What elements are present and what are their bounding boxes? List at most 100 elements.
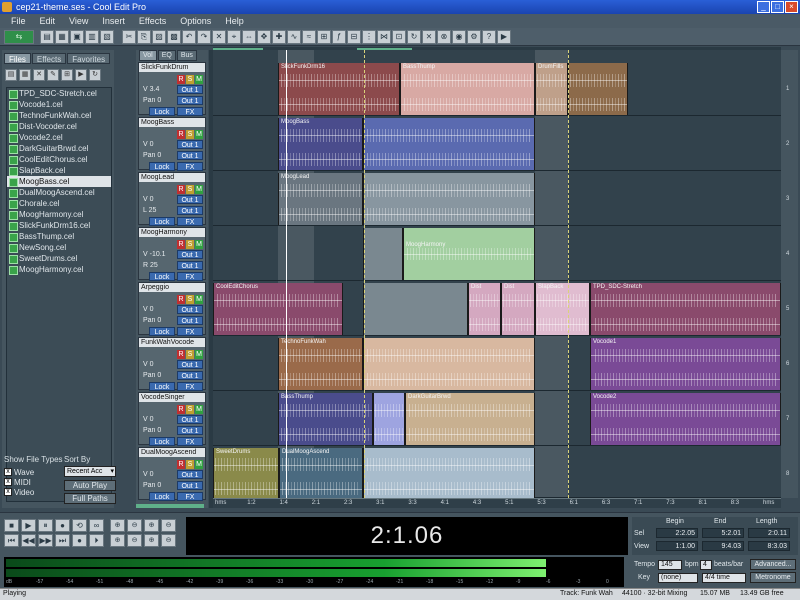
- audio-clip[interactable]: TPD_SDC-Stretch: [590, 283, 781, 335]
- track-output-button[interactable]: Out 1: [177, 250, 203, 259]
- minimize-button[interactable]: _: [757, 1, 770, 13]
- tab-vol[interactable]: Vol: [139, 50, 157, 61]
- record-arm-button[interactable]: R: [177, 75, 185, 84]
- track-header[interactable]: SlickFunkDrum R S M V 3.4 Out 1 Pan 0 Out 1 Lock…: [138, 62, 206, 116]
- track-volume[interactable]: V -10.1: [143, 251, 166, 258]
- mix-paste-icon[interactable]: ▩: [167, 30, 181, 44]
- file-list-item[interactable]: SlapBack.cel: [7, 165, 111, 176]
- menu-edit[interactable]: Edit: [33, 14, 63, 28]
- record-2-button[interactable]: ●: [72, 534, 87, 547]
- audio-clip[interactable]: BassThump: [400, 63, 535, 115]
- play-file-icon[interactable]: ▶: [75, 69, 87, 81]
- open-icon[interactable]: ▦: [55, 30, 69, 44]
- sel-length-field[interactable]: 2:0.11: [748, 528, 790, 538]
- track-output-2-button[interactable]: Out 1: [177, 261, 203, 270]
- mute-button[interactable]: M: [195, 130, 203, 139]
- play-to-end-button[interactable]: ⏵: [89, 534, 104, 547]
- sel-end-field[interactable]: 5:2.01: [702, 528, 744, 538]
- audio-clip[interactable]: [363, 118, 535, 170]
- record-arm-button[interactable]: R: [177, 460, 185, 469]
- time-signature-select[interactable]: 4/4 time: [702, 573, 746, 583]
- zoom-in-right-button[interactable]: ⊖: [127, 534, 142, 547]
- edit-file-icon[interactable]: ✎: [47, 69, 59, 81]
- track-header[interactable]: MoogLead R S M V 0 Out 1L 25 Out 1 Lock FX: [138, 172, 206, 226]
- solo-button[interactable]: S: [186, 185, 194, 194]
- track-lane-8[interactable]: SweetDrums DualMoogAscend: [213, 447, 781, 498]
- track-pan[interactable]: Pan 0: [143, 152, 161, 159]
- track-output-2-button[interactable]: Out 1: [177, 96, 203, 105]
- envelope-icon[interactable]: ∿: [287, 30, 301, 44]
- track-pan[interactable]: Pan 0: [143, 317, 161, 324]
- help-icon[interactable]: ?: [482, 30, 496, 44]
- play-from-cursor-button[interactable]: ⟲: [72, 519, 87, 532]
- auto-play-button[interactable]: Auto Play: [64, 480, 116, 491]
- multitrack-view[interactable]: SlickFunkDrm16 BassThump DrumFills MoogB…: [213, 50, 781, 498]
- close-button[interactable]: ×: [785, 1, 798, 13]
- track-output-button[interactable]: Out 1: [177, 85, 203, 94]
- record-arm-button[interactable]: R: [177, 295, 185, 304]
- paste-icon[interactable]: ▨: [152, 30, 166, 44]
- zoom-out-horizontal-button[interactable]: ⊖: [127, 519, 142, 532]
- track-fx-button[interactable]: FX: [177, 327, 203, 336]
- track-lane-2[interactable]: MoogBass: [213, 117, 781, 171]
- advanced-button[interactable]: Advanced...: [750, 559, 796, 570]
- pause-button[interactable]: ⏸: [38, 519, 53, 532]
- track-name-field[interactable]: DualMoogAscend: [139, 448, 205, 457]
- file-list-item[interactable]: MoogBass.cel: [7, 176, 111, 187]
- track-volume[interactable]: V 0: [143, 306, 154, 313]
- group-icon[interactable]: ⊟: [347, 30, 361, 44]
- track-lane-6[interactable]: TechnoFunkWah Vocode1: [213, 337, 781, 391]
- file-list-item[interactable]: DarkGuitarBrwd.cel: [7, 143, 111, 154]
- go-start-button[interactable]: ⏮: [4, 534, 19, 547]
- solo-button[interactable]: S: [186, 460, 194, 469]
- save-icon[interactable]: ▣: [70, 30, 84, 44]
- audio-clip[interactable]: [363, 228, 403, 280]
- solo-button[interactable]: S: [186, 350, 194, 359]
- file-list-item[interactable]: Vocode2.cel: [7, 132, 111, 143]
- zoom-in-horizontal-button[interactable]: ⊕: [110, 519, 125, 532]
- record-arm-button[interactable]: R: [177, 405, 185, 414]
- track-pan[interactable]: Pan 0: [143, 482, 161, 489]
- merge-icon[interactable]: ⋈: [377, 30, 391, 44]
- loop-file-icon[interactable]: ↻: [89, 69, 101, 81]
- track-output-button[interactable]: Out 1: [177, 470, 203, 479]
- cd-icon[interactable]: ◉: [452, 30, 466, 44]
- mixdown-icon[interactable]: ⊗: [437, 30, 451, 44]
- track-lock-button[interactable]: Lock: [149, 107, 175, 116]
- view-length-field[interactable]: 8:3.03: [748, 541, 790, 551]
- track-lock-button[interactable]: Lock: [149, 272, 175, 281]
- track-volume[interactable]: V 0: [143, 196, 154, 203]
- audio-clip[interactable]: DrumFills: [535, 63, 568, 115]
- track-lock-button[interactable]: Lock: [149, 162, 175, 171]
- loop-icon[interactable]: ↻: [407, 30, 421, 44]
- track-header[interactable]: Arpeggio R S M V 0 Out 1 Pan 0 Out 1 Lock FX: [138, 282, 206, 336]
- zoom-selection-button[interactable]: ⊕: [144, 534, 159, 547]
- new-session-icon[interactable]: ▤: [40, 30, 54, 44]
- track-pan[interactable]: Pan 0: [143, 427, 161, 434]
- audio-clip[interactable]: SlapBack: [535, 283, 590, 335]
- zoom-in-left-button[interactable]: ⊕: [110, 534, 125, 547]
- track-output-button[interactable]: Out 1: [177, 195, 203, 204]
- beats-field[interactable]: 4: [700, 560, 712, 570]
- record-arm-button[interactable]: R: [177, 350, 185, 359]
- track-header[interactable]: MoogBass R S M V 0 Out 1 Pan 0 Out 1 Lock FX: [138, 117, 206, 171]
- audio-clip[interactable]: MoogLead: [278, 173, 363, 225]
- solo-button[interactable]: S: [186, 405, 194, 414]
- track-lane-4[interactable]: MoogHarmony: [213, 227, 781, 281]
- import-file-icon[interactable]: ▦: [19, 69, 31, 81]
- view-begin-field[interactable]: 1:1.00: [656, 541, 698, 551]
- audio-clip[interactable]: [363, 283, 468, 335]
- track-pan[interactable]: Pan 0: [143, 372, 161, 379]
- track-output-2-button[interactable]: Out 1: [177, 316, 203, 325]
- track-fx-button[interactable]: FX: [177, 107, 203, 116]
- full-paths-button[interactable]: Full Paths: [64, 493, 116, 504]
- save-all-icon[interactable]: ▥: [85, 30, 99, 44]
- track-volume[interactable]: V 0: [143, 471, 154, 478]
- file-list-item[interactable]: SweetDrums.cel: [7, 253, 111, 264]
- track-lock-button[interactable]: Lock: [149, 382, 175, 391]
- sort-by-select[interactable]: Recent Acc: [64, 466, 116, 477]
- file-list-item[interactable]: MoogHarmony.cel: [7, 264, 111, 275]
- track-fx-button[interactable]: FX: [177, 492, 203, 501]
- audio-clip[interactable]: MoogBass: [278, 118, 363, 170]
- track-lock-button[interactable]: Lock: [149, 327, 175, 336]
